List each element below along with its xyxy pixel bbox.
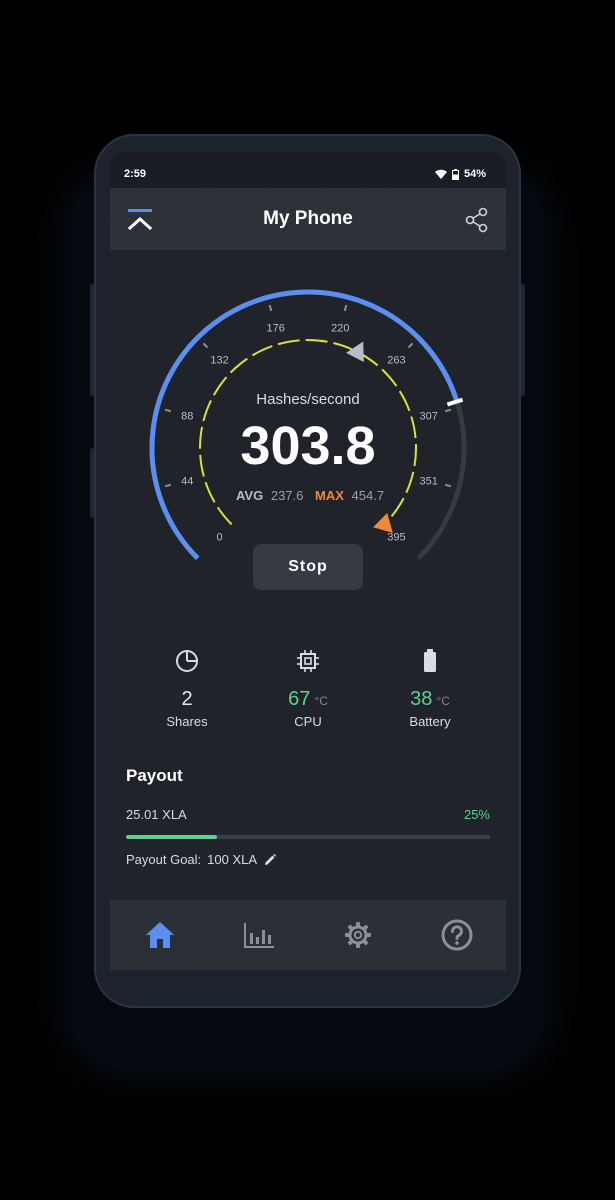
cpu-chip-icon <box>297 650 319 672</box>
wifi-icon <box>434 169 447 179</box>
payout-goal-label: Payout Goal: <box>126 852 202 867</box>
cpu-stat: 67 °C CPU <box>248 648 368 729</box>
cpu-temp-value: 67 <box>288 688 311 710</box>
gauge-tick <box>202 342 209 349</box>
nav-home[interactable] <box>110 900 209 970</box>
nav-stats[interactable] <box>209 900 308 970</box>
gauge-tick <box>268 304 273 312</box>
home-icon <box>145 922 174 948</box>
shares-label: Shares <box>166 714 208 729</box>
battery-temp-unit: °C <box>436 694 450 708</box>
payout-percent: 25% <box>463 807 490 822</box>
avg-marker <box>346 341 364 363</box>
gauge-tick <box>164 483 172 488</box>
gauge-tick-label: 176 <box>266 322 284 334</box>
gauge-tick-label: 0 <box>217 531 223 543</box>
gauge-needle <box>446 397 464 407</box>
share-icon <box>465 207 488 233</box>
help-circle-icon <box>441 919 472 951</box>
page-title: My Phone <box>263 208 353 229</box>
max-label: MAX <box>315 488 344 503</box>
max-marker <box>373 513 393 533</box>
gauge-tick-label: 351 <box>420 475 438 487</box>
status-time: 2:59 <box>124 168 147 180</box>
gauge-tick-label: 220 <box>331 322 349 334</box>
shares-value: 2 <box>181 688 193 710</box>
status-bar: 2:59 54% <box>110 152 506 188</box>
max-stat: MAX 454.7 <box>315 488 384 503</box>
battery-status-icon <box>451 168 459 180</box>
gauge-label: Hashes/second <box>256 391 359 408</box>
edit-goal-button[interactable] <box>263 853 277 867</box>
pencil-icon <box>265 853 277 865</box>
bottom-nav <box>110 900 506 970</box>
phone-bottom-bezel <box>110 970 506 994</box>
gauge-tick <box>444 408 452 413</box>
cpu-temp-unit: °C <box>314 694 328 708</box>
avg-label: AVG <box>236 488 263 503</box>
battery-temp-value: 38 <box>410 688 433 710</box>
app-bar: My Phone <box>110 188 506 250</box>
share-button[interactable] <box>464 206 490 234</box>
cpu-label: CPU <box>294 714 322 729</box>
stop-button[interactable]: Stop <box>253 544 363 590</box>
gauge-tick <box>444 483 452 488</box>
status-indicators: 54% <box>434 168 486 180</box>
payout-amount: 25.01 XLA <box>126 807 187 822</box>
payout-goal-value: 100 XLA <box>207 852 258 867</box>
shares-stat: 2 Shares <box>127 648 247 729</box>
bar-chart-icon <box>243 923 274 948</box>
gauge-tick-label: 263 <box>387 355 405 367</box>
payout-progress-fill <box>126 835 217 839</box>
gear-icon <box>344 922 371 948</box>
gauge-tick <box>343 304 348 312</box>
payout-goal: Payout Goal: 100 XLA <box>126 852 277 867</box>
payout-progress-bar <box>126 835 490 839</box>
phone-screen: 2:59 54% My Phone 0 44 88 132 176 220 26… <box>110 152 506 970</box>
gauge-tick <box>164 408 172 413</box>
nav-settings[interactable] <box>308 900 407 970</box>
hashrate-value: 303.8 <box>240 416 375 476</box>
battery-percent: 54% <box>463 168 486 180</box>
nav-help[interactable] <box>407 900 506 970</box>
payout-title: Payout <box>126 766 183 785</box>
avg-stat: AVG 237.6 <box>236 488 303 503</box>
battery-stat: 38 °C Battery <box>370 648 490 729</box>
battery-label: Battery <box>409 714 451 729</box>
gauge-tick-label: 132 <box>210 355 228 367</box>
gauge-tick-label: 395 <box>387 531 405 543</box>
battery-icon <box>424 649 436 672</box>
max-value: 454.7 <box>352 488 385 503</box>
avg-value: 237.6 <box>271 488 304 503</box>
gauge-tick-label: 307 <box>420 411 438 423</box>
pie-chart-icon <box>176 650 198 672</box>
gauge-tick-label: 88 <box>181 411 193 423</box>
gauge-tick <box>407 342 414 349</box>
gauge-tick-label: 44 <box>181 475 193 487</box>
main-content: 0 44 88 132 176 220 263 307 351 395 Hashes/second… <box>110 250 506 900</box>
